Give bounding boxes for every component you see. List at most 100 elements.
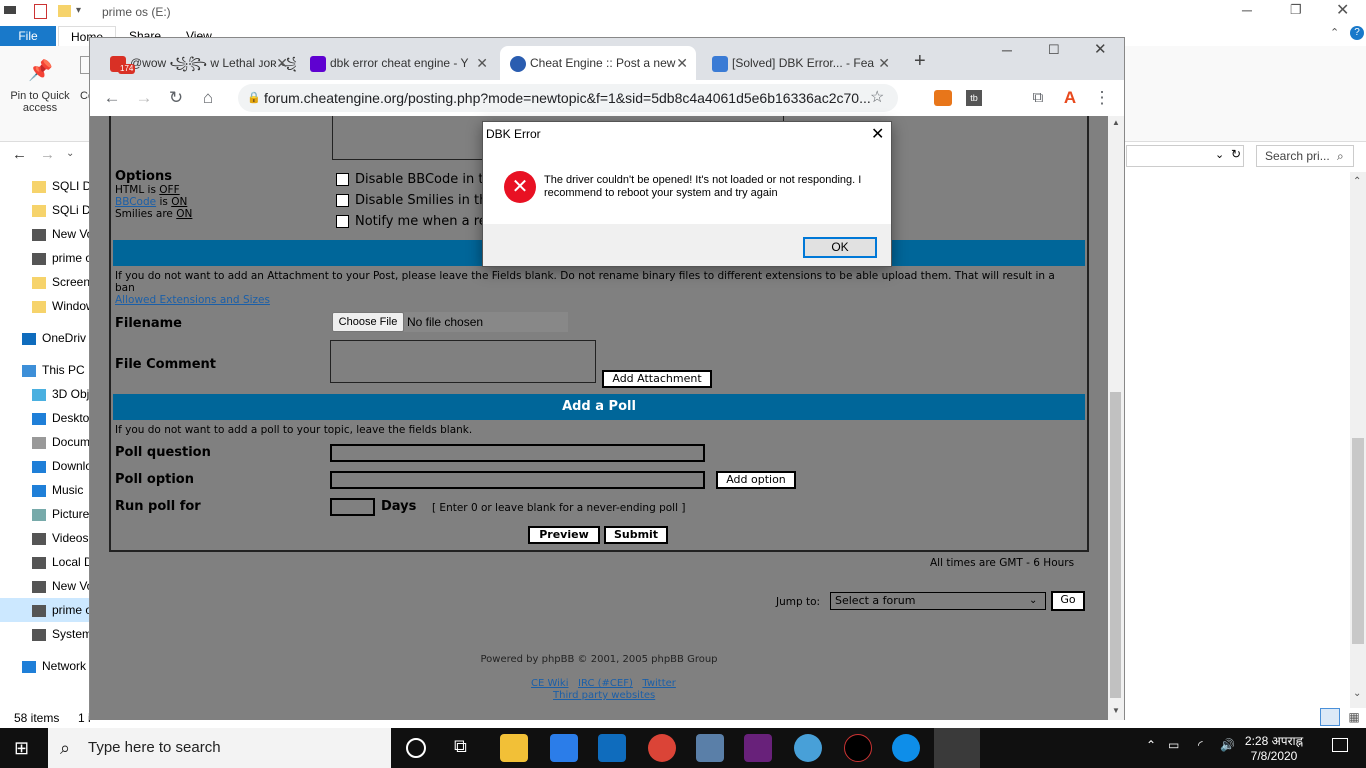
allowed-extensions-link[interactable]: Allowed Extensions and Sizes bbox=[115, 294, 270, 306]
recent-chevron-icon[interactable]: ⌄ bbox=[66, 148, 74, 159]
scroll-down-icon[interactable]: ⌄ bbox=[1353, 688, 1361, 699]
clock-date[interactable]: 7/8/2020 bbox=[1244, 749, 1304, 763]
details-view-icon[interactable] bbox=[1320, 708, 1340, 726]
sidebar-item[interactable]: Downlo bbox=[0, 454, 92, 478]
twitter-link[interactable]: Twitter bbox=[642, 678, 676, 689]
scroll-down-icon[interactable]: ▼ bbox=[1112, 706, 1120, 715]
help-icon[interactable]: ? bbox=[1350, 26, 1364, 40]
file-input[interactable]: Choose File No file chosen bbox=[332, 312, 568, 332]
large-icons-view-icon[interactable]: ▦ bbox=[1344, 708, 1364, 726]
wifi-icon[interactable]: ◜ bbox=[1198, 738, 1203, 752]
chevron-down-icon[interactable]: ▾ bbox=[76, 5, 81, 16]
back-arrow-icon[interactable]: ← bbox=[100, 86, 124, 110]
browser-tab[interactable]: 174 @ᴡᴏᴡ ꧁꧂ ᴡ Lethal ᴊᴏʀ ꧁꧂ ✕ bbox=[100, 46, 296, 84]
cortana-icon[interactable] bbox=[406, 738, 426, 758]
maximize-icon[interactable]: ☐ bbox=[1048, 42, 1060, 58]
sidebar-item[interactable]: New Vo bbox=[0, 222, 92, 246]
option-disable-bbcode[interactable]: Disable BBCode in th bbox=[336, 172, 492, 187]
taskbar-search-input[interactable]: ⌕ Type here to search bbox=[48, 728, 391, 768]
menu-kebab-icon[interactable]: ⋮ bbox=[1090, 86, 1114, 110]
browser-tab[interactable]: dbk error cheat engine - Y ✕ bbox=[300, 46, 496, 84]
reload-icon[interactable]: ↻ bbox=[164, 86, 188, 110]
sidebar-item[interactable]: prime o bbox=[0, 598, 92, 622]
chrome-icon[interactable] bbox=[648, 734, 676, 762]
choose-file-button[interactable]: Choose File bbox=[332, 312, 404, 332]
poll-option-input[interactable] bbox=[330, 471, 705, 489]
tab-file[interactable]: File bbox=[0, 26, 56, 46]
sidebar-item[interactable]: Window bbox=[0, 294, 92, 318]
lethal-app-icon[interactable] bbox=[844, 734, 872, 762]
sidebar-item[interactable]: Picture bbox=[0, 502, 92, 526]
option-disable-smilies[interactable]: Disable Smilies in thi bbox=[336, 193, 491, 208]
new-folder-icon[interactable] bbox=[58, 5, 71, 17]
forward-arrow-icon[interactable]: → bbox=[132, 86, 156, 110]
sidebar-item[interactable]: Local D bbox=[0, 550, 92, 574]
restore-icon[interactable]: ❐ bbox=[1290, 2, 1302, 18]
extension-fox-icon[interactable] bbox=[934, 90, 952, 106]
close-icon[interactable]: ✕ bbox=[1336, 0, 1349, 20]
address-bar[interactable]: 🔒 forum.cheatengine.org/posting.php?mode… bbox=[238, 84, 898, 112]
new-tab-icon[interactable]: + bbox=[914, 50, 926, 73]
irc-link[interactable]: IRC (#CEF) bbox=[578, 678, 633, 689]
task-view-icon[interactable]: ⧉ bbox=[454, 736, 467, 757]
page-scrollbar[interactable]: ▲ ▼ bbox=[1108, 116, 1124, 720]
submit-button[interactable]: Submit bbox=[604, 526, 668, 544]
preview-button[interactable]: Preview bbox=[528, 526, 600, 544]
chevron-up-icon[interactable]: ⌃ bbox=[1146, 738, 1156, 752]
close-icon[interactable]: ✕ bbox=[1094, 40, 1107, 58]
explorer-scrollbar[interactable]: ⌃ ⌄ bbox=[1350, 172, 1366, 708]
forum-select[interactable]: Select a forum ⌄ bbox=[830, 592, 1046, 610]
store-icon[interactable] bbox=[550, 734, 578, 762]
collapse-ribbon-icon[interactable]: ⌃ bbox=[1330, 26, 1339, 39]
scroll-up-icon[interactable]: ⌃ bbox=[1353, 176, 1361, 187]
sidebar-item[interactable]: SQLi Do bbox=[0, 198, 92, 222]
sidebar-item[interactable]: Deskto bbox=[0, 406, 92, 430]
cheat-engine-taskbar-icon[interactable] bbox=[934, 728, 980, 768]
battery-icon[interactable]: ▭ bbox=[1168, 738, 1179, 752]
network-app-icon[interactable] bbox=[696, 734, 724, 762]
address-bar-stub[interactable]: ⌄ ↻ bbox=[1126, 145, 1244, 167]
bbcode-link[interactable]: BBCode bbox=[115, 196, 156, 208]
extension-tb-icon[interactable]: tb bbox=[966, 90, 982, 106]
run-poll-days-input[interactable] bbox=[330, 498, 375, 516]
checkbox[interactable] bbox=[336, 215, 349, 228]
close-tab-icon[interactable]: ✕ bbox=[276, 46, 288, 80]
sidebar-item[interactable]: Screens bbox=[0, 270, 92, 294]
sidebar-item[interactable]: SQLI Do bbox=[0, 174, 92, 198]
page-scroll-thumb[interactable] bbox=[1110, 392, 1121, 698]
explorer-scroll-thumb[interactable] bbox=[1352, 438, 1364, 644]
acrobat-extension-icon[interactable]: A bbox=[1058, 86, 1082, 110]
teamviewer-icon[interactable] bbox=[892, 734, 920, 762]
clock-time[interactable]: 2:28 अपराह्न bbox=[1244, 732, 1304, 749]
checkbox[interactable] bbox=[336, 194, 349, 207]
option-notify[interactable]: Notify me when a re bbox=[336, 214, 487, 229]
pin-to-quick-access-button[interactable]: Pin to Quick access bbox=[4, 90, 76, 114]
sidebar-item[interactable]: New Vo bbox=[0, 574, 92, 598]
extensions-puzzle-icon[interactable]: ⧉ bbox=[1026, 86, 1050, 110]
scroll-up-icon[interactable]: ▲ bbox=[1112, 118, 1120, 127]
back-arrow-icon[interactable]: ← bbox=[12, 146, 27, 163]
poll-question-input[interactable] bbox=[330, 444, 705, 462]
chevron-down-icon[interactable]: ⌄ bbox=[1215, 148, 1224, 161]
add-option-button[interactable]: Add option bbox=[716, 471, 796, 489]
close-tab-icon[interactable]: ✕ bbox=[476, 46, 488, 80]
sidebar-item[interactable]: Music bbox=[0, 478, 92, 502]
globe-app-icon[interactable] bbox=[794, 734, 822, 762]
close-tab-icon[interactable]: ✕ bbox=[676, 46, 688, 80]
home-icon[interactable]: ⌂ bbox=[196, 86, 220, 110]
file-comment-textarea[interactable] bbox=[330, 340, 596, 383]
sidebar-item[interactable]: 3D Obj bbox=[0, 382, 92, 406]
checkbox[interactable] bbox=[336, 173, 349, 186]
forward-arrow-icon[interactable]: → bbox=[40, 146, 55, 163]
properties-icon[interactable] bbox=[34, 4, 47, 19]
sidebar-item[interactable]: Docum bbox=[0, 430, 92, 454]
minimize-icon[interactable]: ─ bbox=[1002, 42, 1012, 58]
notification-icon[interactable] bbox=[1332, 738, 1348, 752]
file-explorer-icon[interactable] bbox=[500, 734, 528, 762]
sidebar-item[interactable]: System bbox=[0, 622, 92, 646]
sidebar-item[interactable]: Network bbox=[0, 654, 92, 678]
minimize-icon[interactable]: ─ bbox=[1242, 2, 1252, 18]
sidebar-item[interactable]: This PC bbox=[0, 358, 92, 382]
refresh-icon[interactable]: ↻ bbox=[1231, 147, 1241, 161]
windows-start-icon[interactable]: ⊞ bbox=[14, 738, 34, 758]
